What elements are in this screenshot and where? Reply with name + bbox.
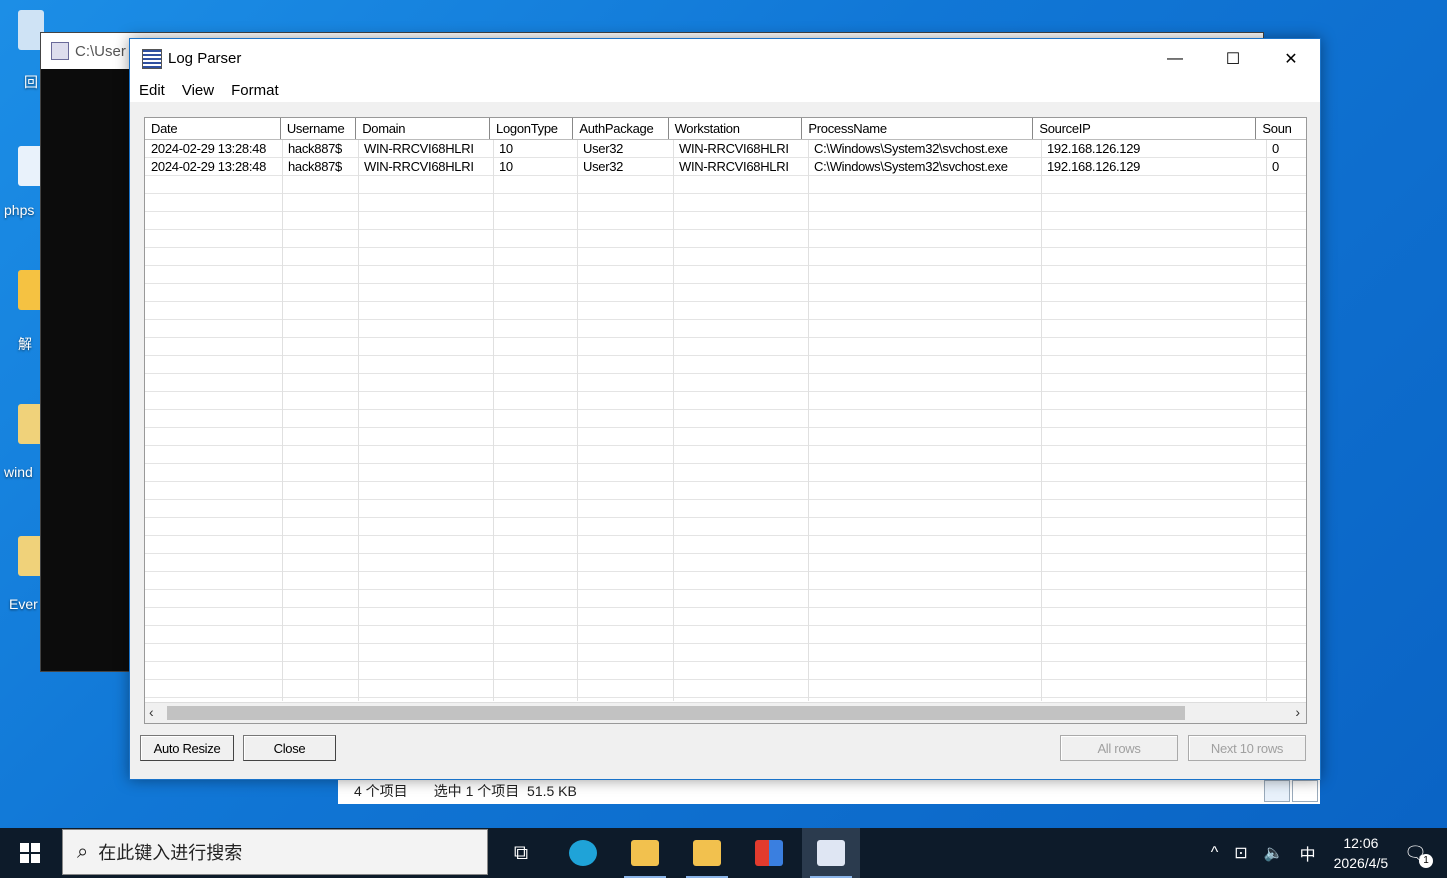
grid-header: Date Username Domain LogonType AuthPacka… <box>145 118 1306 140</box>
cell-workstation: WIN-RRCVI68HLRI <box>679 159 789 174</box>
cell-date: 2024-02-29 13:28:48 <box>151 141 267 156</box>
desktop-icon-label: 解 <box>18 336 32 352</box>
menu-edit[interactable]: Edit <box>130 82 173 99</box>
table-row[interactable]: 2024-02-29 13:28:48 hack887$ WIN-RRCVI68… <box>145 140 1306 158</box>
horizontal-scrollbar[interactable]: ‹ › <box>145 702 1306 723</box>
cell-workstation: WIN-RRCVI68HLRI <box>679 141 789 156</box>
cell-domain: WIN-RRCVI68HLRI <box>364 159 474 174</box>
details-view-icon[interactable] <box>1264 780 1290 802</box>
cell-date: 2024-02-29 13:28:48 <box>151 159 267 174</box>
minimize-button[interactable]: — <box>1146 39 1204 78</box>
column-header-authpackage[interactable]: AuthPackage <box>573 118 669 139</box>
grid-body: 2024-02-29 13:28:48 hack887$ WIN-RRCVI68… <box>145 140 1306 701</box>
menu-bar: Edit View Format <box>130 78 1320 102</box>
app-grid-icon <box>755 840 783 866</box>
edge-icon <box>569 840 597 866</box>
desktop-icon-label: phps <box>4 202 35 218</box>
tray-chevron-icon[interactable]: ^ <box>1211 844 1219 862</box>
desktop-icon-recycle-bin[interactable]: 回 <box>0 10 44 90</box>
task-view-button[interactable]: ⧉ <box>492 828 550 878</box>
clock[interactable]: 12:06 2026/4/5 <box>1334 833 1389 873</box>
scroll-left-icon[interactable]: ‹ <box>149 704 154 720</box>
cell-source: 0 <box>1272 141 1279 156</box>
notification-button[interactable]: 🗨 1 <box>1404 843 1433 868</box>
column-header-domain[interactable]: Domain <box>356 118 491 139</box>
results-grid[interactable]: Date Username Domain LogonType AuthPacka… <box>144 117 1307 724</box>
notification-count-badge: 1 <box>1419 853 1433 868</box>
cell-username: hack887$ <box>288 141 342 156</box>
clock-time: 12:06 <box>1343 835 1379 851</box>
column-header-sourceip[interactable]: SourceIP <box>1033 118 1257 139</box>
taskbar-file-explorer[interactable] <box>616 828 674 878</box>
cell-logontype: 10 <box>499 159 513 174</box>
column-header-source[interactable]: Soun <box>1256 118 1306 139</box>
console-title: C:\User <box>75 42 126 60</box>
close-button[interactable]: Close <box>243 735 336 761</box>
volume-icon[interactable]: 🔈 <box>1264 843 1284 863</box>
column-header-workstation[interactable]: Workstation <box>669 118 803 139</box>
taskbar-edge[interactable] <box>554 828 612 878</box>
cell-logontype: 10 <box>499 141 513 156</box>
console-app-icon <box>51 42 69 60</box>
windows-logo-icon <box>20 843 40 863</box>
cell-processname: C:\Windows\System32\svchost.exe <box>814 159 1008 174</box>
scrollbar-thumb[interactable] <box>167 706 1185 720</box>
log-parser-app-icon <box>142 48 162 69</box>
table-row[interactable]: 2024-02-29 13:28:48 hack887$ WIN-RRCVI68… <box>145 158 1306 176</box>
column-header-username[interactable]: Username <box>281 118 357 139</box>
desktop-icon-label: Ever <box>9 596 38 612</box>
large-icons-view-icon[interactable] <box>1292 780 1318 802</box>
desktop-icon-label: 回 <box>24 74 38 90</box>
auto-resize-button[interactable]: Auto Resize <box>140 735 234 761</box>
maximize-button[interactable]: ☐ <box>1204 39 1262 78</box>
taskbar-color-app[interactable] <box>740 828 798 878</box>
cell-authpackage: User32 <box>583 141 624 156</box>
window-title: Log Parser <box>168 50 242 67</box>
desktop-icon-ever-folder[interactable]: Ever <box>0 536 44 612</box>
cell-processname: C:\Windows\System32\svchost.exe <box>814 141 1008 156</box>
folder-icon <box>631 840 659 866</box>
search-icon: ⌕ <box>77 840 89 863</box>
desktop-icon-tool[interactable]: 解 <box>0 270 44 352</box>
column-header-logontype[interactable]: LogonType <box>490 118 574 139</box>
search-placeholder: 在此键入进行搜索 <box>98 843 243 863</box>
selected-info: 选中 1 个项目 51.5 KB <box>433 783 577 799</box>
log-parser-icon <box>817 840 845 866</box>
scroll-right-icon[interactable]: › <box>1295 704 1300 720</box>
all-rows-button[interactable]: All rows <box>1060 735 1178 761</box>
window-titlebar[interactable]: Log Parser — ☐ ✕ <box>130 39 1320 78</box>
network-icon[interactable]: ⊡ <box>1234 843 1247 863</box>
system-tray: ^ ⊡ 🔈 中 12:06 2026/4/5 🗨 1 <box>1203 828 1447 878</box>
taskbar: ⌕ 在此键入进行搜索 ⧉ ^ ⊡ 🔈 中 12:06 2026/4/5 🗨 1 <box>0 828 1447 878</box>
taskbar-search-box[interactable]: ⌕ 在此键入进行搜索 <box>62 829 488 875</box>
taskbar-log-parser[interactable] <box>802 828 860 878</box>
desktop-icon-phps[interactable]: phps <box>0 146 44 218</box>
desktop-icon-windows-folder[interactable]: wind <box>0 404 44 480</box>
cell-authpackage: User32 <box>583 159 624 174</box>
cell-sourceip: 192.168.126.129 <box>1047 159 1141 174</box>
log-parser-window[interactable]: Log Parser — ☐ ✕ Edit View Format Date U… <box>129 38 1321 780</box>
items-count: 4 个项目 <box>354 783 408 799</box>
close-window-button[interactable]: ✕ <box>1262 39 1320 78</box>
clock-date: 2026/4/5 <box>1333 855 1389 871</box>
start-button[interactable] <box>0 828 60 878</box>
column-header-processname[interactable]: ProcessName <box>802 118 1034 139</box>
menu-format[interactable]: Format <box>222 82 287 99</box>
taskbar-powershell[interactable] <box>678 828 736 878</box>
cell-domain: WIN-RRCVI68HLRI <box>364 141 474 156</box>
explorer-status-bar: 4 个项目 选中 1 个项目 51.5 KB <box>338 778 1320 804</box>
menu-view[interactable]: View <box>173 82 222 99</box>
column-header-date[interactable]: Date <box>145 118 281 139</box>
next-10-rows-button[interactable]: Next 10 rows <box>1188 735 1306 761</box>
cell-sourceip: 192.168.126.129 <box>1047 141 1141 156</box>
cell-username: hack887$ <box>288 159 342 174</box>
powershell-icon <box>693 840 721 866</box>
cell-source: 0 <box>1272 159 1279 174</box>
task-view-icon: ⧉ <box>513 841 529 864</box>
desktop-icon-label: wind <box>4 464 33 480</box>
ime-indicator[interactable]: 中 <box>1300 841 1316 865</box>
